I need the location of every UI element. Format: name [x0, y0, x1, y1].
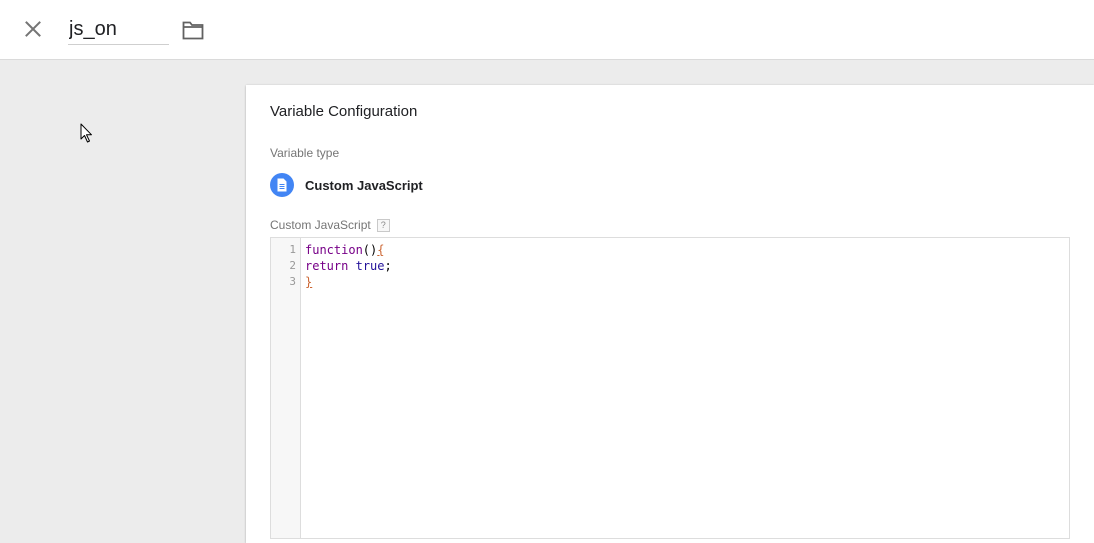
document-icon	[270, 173, 294, 197]
custom-javascript-label-text: Custom JavaScript	[270, 218, 371, 232]
close-button[interactable]	[19, 15, 47, 43]
line-number: 1	[289, 243, 296, 256]
matched-bracket: {	[377, 243, 385, 257]
variable-name-field[interactable]	[68, 14, 169, 45]
mouse-cursor-icon	[80, 123, 92, 143]
code-punctuation: ()	[362, 243, 378, 257]
variable-type-label: Variable type	[270, 146, 340, 160]
top-bar	[0, 0, 1094, 60]
code-atom: true	[355, 259, 385, 273]
folder-button[interactable]	[181, 19, 205, 41]
panel-title: Variable Configuration	[270, 103, 418, 120]
variable-type-name: Custom JavaScript	[305, 177, 423, 193]
code-editor[interactable]: 1 2 3 function(){ return true; }	[270, 237, 1070, 539]
folder-icon	[182, 21, 204, 40]
line-number-gutter: 1 2 3	[271, 238, 301, 538]
variable-configuration-panel: Variable Configuration Variable type Cus…	[246, 85, 1094, 543]
code-line[interactable]: function(){	[305, 242, 384, 258]
code-keyword: function	[305, 243, 363, 257]
matched-bracket: }	[305, 275, 313, 289]
line-number: 2	[289, 259, 296, 272]
code-line[interactable]: return true;	[305, 258, 392, 274]
line-number: 3	[289, 275, 296, 288]
close-icon	[25, 21, 41, 37]
variable-name-input[interactable]	[68, 14, 169, 44]
variable-type-selector[interactable]: Custom JavaScript	[270, 173, 423, 197]
code-keyword: return	[305, 259, 349, 273]
code-line[interactable]: }	[305, 274, 312, 290]
code-punctuation: ;	[384, 259, 392, 273]
help-icon[interactable]: ?	[376, 218, 390, 232]
custom-javascript-label: Custom JavaScript ?	[270, 218, 390, 232]
